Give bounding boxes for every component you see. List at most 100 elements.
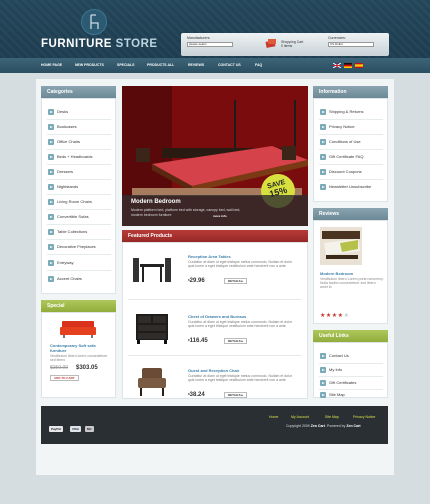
category-link[interactable]: Accent Chairs (48, 276, 82, 282)
arrow-bullet-icon (320, 154, 326, 160)
flag-en-icon[interactable] (333, 63, 341, 68)
category-label: Table Collections (57, 229, 88, 235)
info-label: Newsletter Unsubscribe (329, 184, 372, 190)
arrow-bullet-icon (320, 124, 326, 130)
info-label: Shipping & Returns (329, 109, 364, 115)
special-new-price: $303.05 (76, 365, 98, 371)
arrow-bullet-icon (48, 244, 54, 250)
button-label: DETAILS (228, 279, 241, 283)
category-link[interactable]: Decorative Fireplaces (48, 244, 96, 250)
arrow-bullet-icon (48, 124, 54, 130)
shopping-cart-link[interactable]: Shopping Cart 0 items (281, 40, 311, 48)
nav-products-all[interactable]: PRODUCTS ALL (147, 63, 174, 67)
copyright-brand[interactable]: Zen Cart (311, 424, 325, 428)
arrow-bullet-icon (320, 109, 326, 115)
info-link[interactable]: Conditions of Use (320, 139, 361, 145)
useful-link[interactable]: Gift Certificates (320, 380, 356, 386)
site-logo[interactable]: FURNITURE STORE (41, 38, 158, 50)
flag-de-icon[interactable] (344, 63, 352, 68)
chest-of-drawers-image[interactable] (134, 312, 170, 346)
product-description: Curabitur at diam ut eget tristique metu… (188, 374, 293, 382)
useful-link[interactable]: Site Map (320, 392, 345, 398)
category-link[interactable]: Bookcases (48, 124, 77, 130)
review-bedroom-image[interactable] (320, 227, 362, 265)
sofa-image[interactable] (60, 319, 96, 339)
paypal-badge: PayPal (49, 426, 63, 432)
hero-description: Modern platform bed, platform bed with s… (131, 208, 241, 217)
special-product-name[interactable]: Contemporary Soft sofa furniture (50, 343, 112, 353)
product-name[interactable]: Chest of Drawers and Bureaus (188, 314, 246, 319)
category-label: Beds + Headboards (57, 154, 93, 160)
flag-es-icon[interactable] (355, 63, 363, 68)
special-old-price: $350.00 (50, 365, 69, 371)
table-set-image[interactable] (132, 252, 172, 286)
info-link[interactable]: Shipping & Returns (320, 109, 363, 115)
review-text: Vestibulum libero Lorem porta nonummy. N… (320, 277, 384, 289)
review-product-name[interactable]: Modern Bedroom (320, 271, 353, 276)
category-link[interactable]: Living Room Chairs (48, 199, 92, 205)
footer: Home My Account Site Map Privacy Notice … (41, 406, 388, 444)
product-name[interactable]: Guest and Reception Chair (188, 368, 239, 373)
nav-home[interactable]: HOME PAGE (41, 63, 62, 67)
arrow-bullet-icon (320, 353, 326, 359)
footer-link-my-account[interactable]: My Account (291, 415, 309, 419)
category-link[interactable]: Dressers (48, 169, 73, 175)
info-link[interactable]: Discount Coupons (320, 169, 362, 175)
divider (47, 179, 111, 180)
footer-link-site-map[interactable]: Site Map (325, 415, 339, 419)
divider (47, 149, 111, 150)
product-price: $29.96 (188, 278, 205, 284)
footer-link-privacy[interactable]: Privacy Notice (353, 415, 375, 419)
divider (47, 119, 111, 120)
special-header: Special (41, 300, 116, 312)
nav-specials[interactable]: SPECIALS (117, 63, 135, 67)
copyright: Copyright 2009 Zen Cart. Powered by Zen … (286, 424, 361, 428)
category-label: Bookcases (57, 124, 77, 130)
info-link[interactable]: Newsletter Unsubscribe (320, 184, 371, 190)
powered-by-brand[interactable]: Zen Cart (346, 424, 360, 428)
hero-banner[interactable]: SAVE 15% Modern Bedroom Modern platform b… (122, 86, 308, 226)
useful-link-label: Contact Us (329, 353, 349, 359)
price-value: 116.45 (189, 338, 208, 344)
categories-header: Categories (41, 86, 116, 98)
arrow-bullet-icon (48, 154, 54, 160)
footer-link-home[interactable]: Home (269, 415, 278, 419)
information-panel: Shipping & Returns Privacy Notice Condit… (313, 98, 388, 202)
shopping-cart-icon[interactable] (265, 39, 278, 49)
more-info-button[interactable]: more info (210, 214, 230, 220)
category-link[interactable]: Desks (48, 109, 68, 115)
useful-link[interactable]: Contact Us (320, 353, 349, 359)
category-label: Office Chairs (57, 139, 81, 145)
manufacturers-select[interactable]: please select (187, 42, 233, 47)
chair-logo-icon[interactable] (81, 9, 107, 35)
price-value: 29.96 (189, 278, 205, 284)
nav-faq[interactable]: FAQ (255, 63, 262, 67)
category-link[interactable]: Table Collections (48, 229, 87, 235)
details-button[interactable]: DETAILS ▸ (224, 392, 247, 398)
category-link[interactable]: Convertible Sofas (48, 214, 89, 220)
product-name[interactable]: Reception Area Tables (188, 254, 231, 259)
divider (47, 134, 111, 135)
add-to-cart-button[interactable]: ADD TO CART (50, 375, 79, 381)
category-link[interactable]: Beds + Headboards (48, 154, 92, 160)
hero-title: Modern Bedroom (131, 199, 181, 205)
currencies-select[interactable]: US Dollar (328, 42, 374, 47)
arrow-bullet-icon (320, 392, 326, 398)
info-link[interactable]: Privacy Notice (320, 124, 355, 130)
nav-contact-us[interactable]: CONTACT US (218, 63, 241, 67)
nav-new-products[interactable]: NEW PRODUCTS (75, 63, 104, 67)
price-value: 38.24 (189, 392, 205, 398)
armchair-image[interactable] (136, 366, 168, 398)
category-link[interactable]: Entryway (48, 260, 73, 266)
details-button[interactable]: DETAILS ▸ (224, 338, 247, 344)
category-link[interactable]: Nightstands (48, 184, 78, 190)
info-link[interactable]: Gift Certificate FAQ (320, 154, 363, 160)
arrow-bullet-icon (320, 139, 326, 145)
info-label: Gift Certificate FAQ (329, 154, 364, 160)
details-button[interactable]: DETAILS ▸ (224, 278, 247, 284)
category-link[interactable]: Office Chairs (48, 139, 80, 145)
useful-link[interactable]: My Info (320, 367, 342, 373)
divider (319, 119, 383, 120)
categories-panel: Desks Bookcases Office Chairs Beds + Hea… (41, 98, 116, 294)
nav-reviews[interactable]: REVIEWS (188, 63, 204, 67)
